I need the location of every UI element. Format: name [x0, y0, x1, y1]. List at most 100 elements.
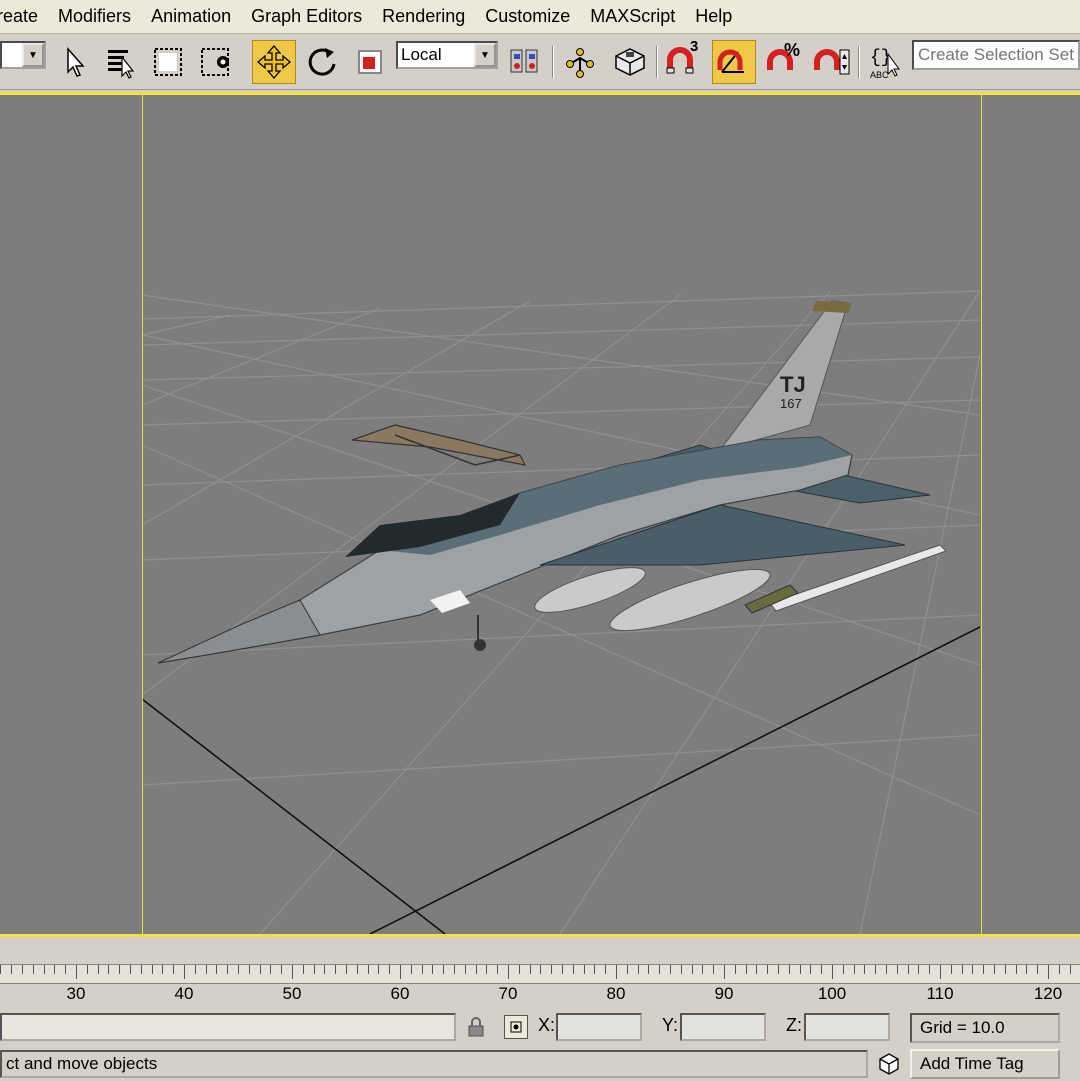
toolbar-separator	[552, 46, 554, 78]
track-tick	[594, 965, 596, 974]
selection-filter-dropdown[interactable]: ▼	[0, 41, 46, 69]
track-tick	[1037, 965, 1039, 974]
track-tick	[443, 965, 445, 974]
track-tick	[1058, 965, 1060, 974]
track-tick	[864, 965, 866, 974]
edit-named-selection-sets-button[interactable]: {} ABC	[864, 40, 908, 84]
menu-create[interactable]: reate	[0, 6, 48, 27]
track-tick	[799, 965, 801, 974]
track-tick	[65, 965, 67, 974]
keyboard-shortcut-override-button[interactable]	[608, 40, 652, 84]
status-bar-prompt: ct and move objects Add Time Tag	[0, 1046, 1080, 1080]
menu-graph-editors[interactable]: Graph Editors	[241, 6, 372, 27]
track-tick	[842, 965, 844, 974]
add-time-tag-button[interactable]: Add Time Tag	[910, 1049, 1060, 1079]
track-label-100: 100	[817, 984, 847, 1003]
track-tick	[540, 965, 542, 974]
track-bar[interactable]: 30 40 50 60 70 80 90 100 110 120	[0, 938, 1080, 1010]
track-tick	[929, 965, 931, 974]
track-tick	[227, 965, 229, 974]
select-by-name-button[interactable]	[98, 40, 142, 84]
z-coordinate-field[interactable]	[804, 1013, 890, 1041]
chevron-down-icon: ▼	[22, 43, 44, 67]
prompt-line: ct and move objects	[0, 1050, 868, 1078]
rectangular-selection-button[interactable]	[146, 40, 190, 84]
track-tick	[670, 965, 671, 974]
track-tick	[97, 965, 99, 974]
track-tick	[551, 965, 553, 974]
track-tick	[464, 965, 466, 974]
track-tick	[583, 965, 585, 974]
toolbar-separator	[858, 46, 860, 78]
chevron-down-icon: ▼	[474, 43, 496, 67]
spinner-snap-toggle-button[interactable]	[810, 40, 854, 84]
track-bar-ruler[interactable]	[0, 964, 1080, 984]
rectangle-select-icon	[154, 48, 182, 76]
track-tick	[810, 965, 812, 974]
track-tick	[626, 965, 628, 974]
track-tick	[432, 965, 434, 974]
angle-snap-toggle-button[interactable]	[712, 40, 756, 84]
x-coordinate-field[interactable]	[556, 1013, 642, 1041]
main-toolbar: ▼ Local ▼ 3 % {} ABC Create Selection Se…	[0, 34, 1080, 90]
menu-maxscript[interactable]: MAXScript	[580, 6, 685, 27]
track-tick	[648, 965, 650, 974]
track-tick	[983, 965, 985, 974]
track-tick	[1048, 965, 1049, 979]
track-tick	[918, 965, 920, 974]
scale-icon	[358, 50, 382, 74]
track-tick	[130, 965, 131, 974]
absolute-offset-toggle-icon[interactable]	[504, 1015, 528, 1039]
track-label-70: 70	[498, 984, 518, 1003]
track-tick	[994, 965, 995, 974]
track-tick	[0, 965, 2, 974]
track-tick	[216, 965, 218, 974]
move-arrows-icon	[257, 45, 291, 79]
track-tick	[302, 965, 304, 974]
reference-coordinate-system-dropdown[interactable]: Local ▼	[396, 41, 498, 69]
track-tick	[324, 965, 326, 974]
track-tick	[778, 965, 779, 974]
select-and-manipulate-button[interactable]	[558, 40, 602, 84]
track-tick	[248, 965, 250, 974]
track-tick	[724, 965, 725, 979]
y-coordinate-field[interactable]	[680, 1013, 766, 1041]
percent-snap-toggle-button[interactable]: %	[762, 40, 806, 84]
menu-help[interactable]: Help	[685, 6, 742, 27]
time-tag-icon[interactable]	[876, 1050, 902, 1081]
snaps-toggle-button[interactable]: 3	[662, 38, 706, 84]
menu-modifiers[interactable]: Modifiers	[48, 6, 141, 27]
maxscript-listener-field[interactable]	[0, 1013, 456, 1041]
menu-rendering[interactable]: Rendering	[372, 6, 475, 27]
select-and-move-button[interactable]	[252, 40, 296, 84]
track-tick	[680, 965, 682, 974]
select-object-button[interactable]	[52, 40, 96, 84]
track-label-80: 80	[606, 984, 626, 1003]
track-tick	[356, 965, 358, 974]
select-and-rotate-button[interactable]	[300, 40, 344, 84]
track-tick	[400, 965, 401, 979]
track-tick	[518, 965, 520, 974]
use-pivot-point-center-button[interactable]	[502, 40, 546, 84]
percent-label: %	[784, 40, 801, 60]
named-selection-icon: {}ABC	[870, 48, 900, 80]
manipulate-icon	[566, 48, 594, 78]
select-and-scale-button[interactable]	[348, 40, 392, 84]
menu-customize[interactable]: Customize	[475, 6, 580, 27]
create-selection-set-input[interactable]	[912, 40, 1080, 70]
lock-icon[interactable]	[466, 1016, 486, 1043]
track-tick	[961, 965, 963, 974]
track-tick	[529, 965, 531, 974]
window-crossing-button[interactable]	[194, 40, 238, 84]
snap-dimension-label: 3	[690, 38, 699, 55]
x-coordinate-label: X:	[538, 1015, 556, 1035]
spinner-snap-icon	[814, 49, 850, 75]
track-tick	[702, 965, 704, 974]
track-tick	[1004, 965, 1006, 974]
track-tick	[238, 965, 239, 974]
viewport-canvas[interactable]: TJ 167	[0, 95, 1080, 934]
menu-animation[interactable]: Animation	[141, 6, 241, 27]
grid-size-readout: Grid = 10.0	[910, 1013, 1060, 1043]
track-tick	[767, 965, 769, 974]
perspective-viewport[interactable]: TJ 167	[0, 92, 1080, 937]
